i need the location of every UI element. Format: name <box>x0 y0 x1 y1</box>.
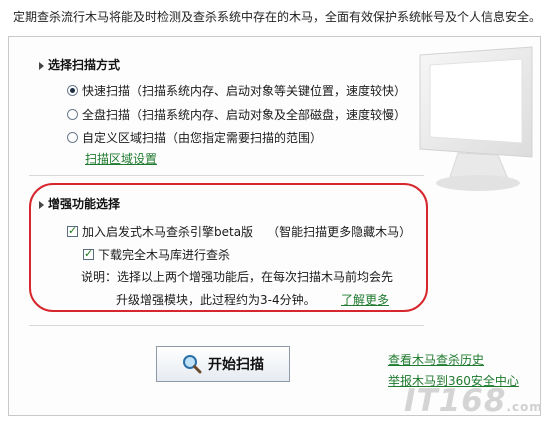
magnifier-icon <box>183 355 202 374</box>
watermark-suffix: .com <box>506 400 543 414</box>
radio-button[interactable] <box>67 85 78 96</box>
triangle-right-icon <box>39 61 44 70</box>
section-divider <box>29 325 424 326</box>
enhance-highlight-box <box>29 183 428 312</box>
watermark-logo: IT168.com <box>404 383 543 419</box>
start-scan-label: 开始扫描 <box>208 357 264 373</box>
radio-quick-scan[interactable]: 快速扫描（扫描系统内存、启动对象等关键位置，速度较快） <box>67 82 406 99</box>
scan-section-title-text: 选择扫描方式 <box>48 58 121 72</box>
scan-area-settings-link[interactable]: 扫描区域设置 <box>85 150 157 167</box>
section-divider <box>29 175 424 176</box>
intro-text: 定期查杀流行木马将能及时检测及查杀系统中存在的木马，全面有效保护系统帐号及个人信… <box>13 10 542 24</box>
view-history-link[interactable]: 查看木马查杀历史 <box>388 351 484 368</box>
watermark-main: IT168 <box>404 383 507 419</box>
radio-button[interactable] <box>67 109 78 120</box>
radio-full-scan[interactable]: 全盘扫描（扫描系统内存、启动对象及全部磁盘，速度较慢） <box>67 106 406 123</box>
radio-label: 快速扫描（扫描系统内存、启动对象等关键位置，速度较快） <box>82 84 407 98</box>
scan-section-title: 选择扫描方式 <box>39 56 120 73</box>
radio-button[interactable] <box>67 132 78 143</box>
monitor-icon <box>419 46 533 191</box>
start-scan-button[interactable]: 开始扫描 <box>156 346 290 382</box>
radio-label: 自定义区域扫描（由您指定需要扫描的范围） <box>82 131 323 145</box>
radio-custom-scan[interactable]: 自定义区域扫描（由您指定需要扫描的范围） <box>67 129 322 146</box>
radio-label: 全盘扫描（扫描系统内存、启动对象及全部磁盘，速度较慢） <box>82 108 407 122</box>
